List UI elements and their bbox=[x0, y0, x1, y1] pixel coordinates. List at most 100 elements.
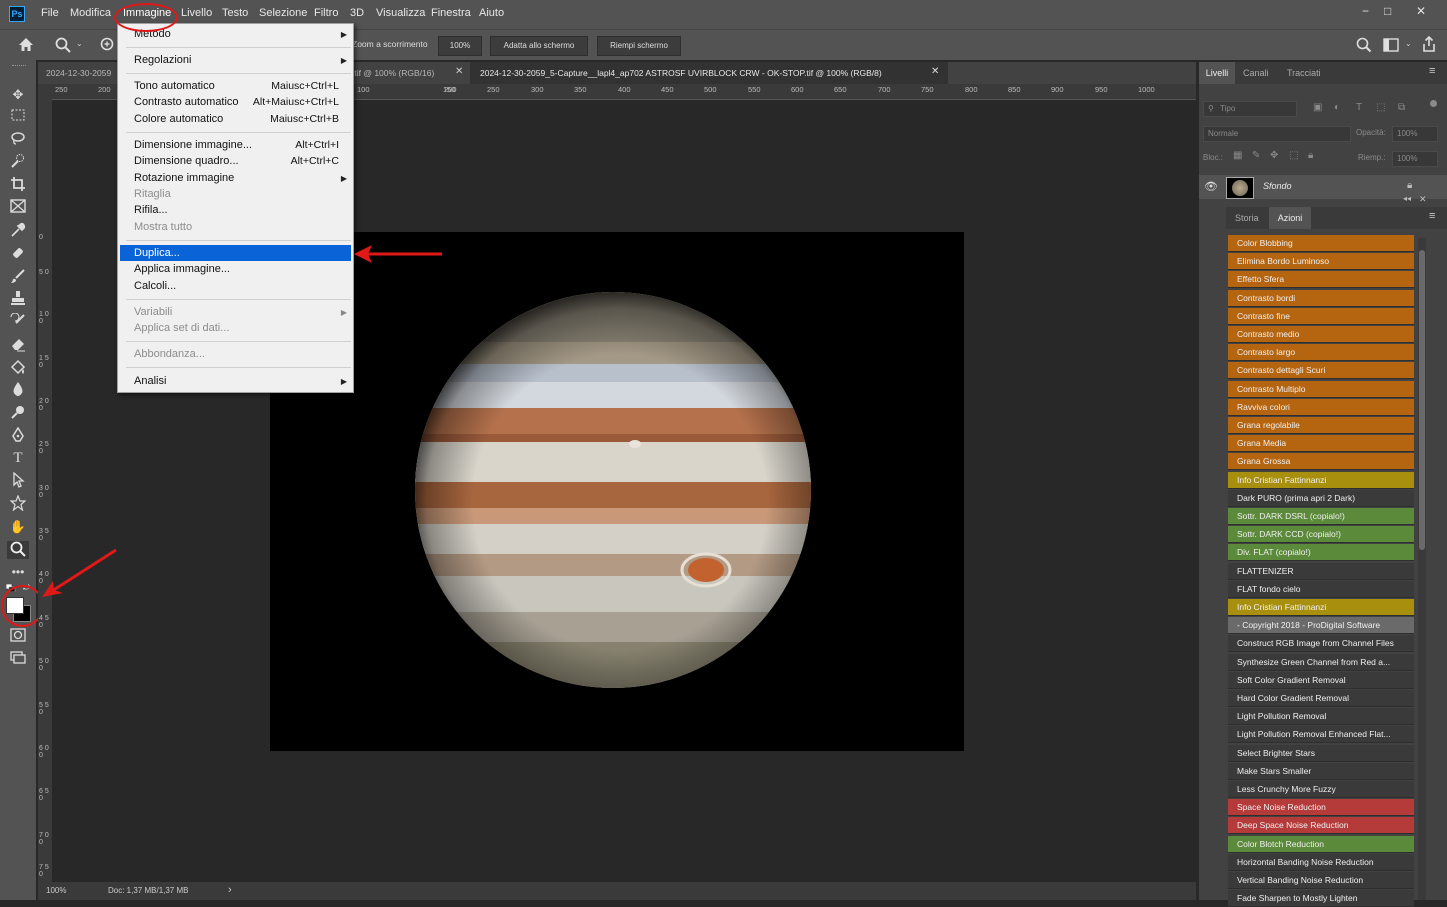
action-item[interactable]: Div. FLAT (copialo!) bbox=[1228, 544, 1414, 562]
filter-pixel-icon[interactable]: ▣ bbox=[1313, 102, 1322, 113]
eyedropper-tool-icon[interactable] bbox=[7, 222, 29, 240]
action-item[interactable]: Soft Color Gradient Removal bbox=[1228, 671, 1414, 689]
action-item[interactable]: Color Blobbing bbox=[1228, 235, 1414, 252]
menu-item-regolazioni[interactable]: Regolazioni bbox=[134, 54, 191, 66]
menu-3d[interactable]: 3D bbox=[350, 7, 364, 19]
pen-tool-icon[interactable] bbox=[7, 426, 29, 445]
collapse-panel-icon[interactable]: ◂◂ bbox=[1403, 194, 1411, 203]
tab-document-1-suffix[interactable]: .tif @ 100% (RGB/16) bbox=[352, 62, 452, 84]
menu-file[interactable]: File bbox=[41, 7, 59, 19]
menu-testo[interactable]: Testo bbox=[222, 7, 248, 19]
action-item[interactable]: FLATTENIZER bbox=[1228, 562, 1414, 580]
action-item[interactable]: Select Brighter Stars bbox=[1228, 744, 1414, 762]
toolbar-grip[interactable] bbox=[12, 65, 26, 69]
close-button[interactable]: ✕ bbox=[1416, 4, 1426, 18]
action-item[interactable]: Elimina Bordo Luminoso bbox=[1228, 253, 1414, 271]
more-tools-icon[interactable]: ••• bbox=[7, 563, 29, 581]
action-item[interactable]: Dark PURO (prima apri 2 Dark) bbox=[1228, 489, 1414, 507]
layer-filter-field[interactable]: ⚲ Tipo bbox=[1203, 101, 1297, 117]
home-icon[interactable] bbox=[18, 37, 34, 52]
menu-selezione[interactable]: Selezione bbox=[259, 7, 307, 19]
fill-field[interactable]: 100% bbox=[1392, 151, 1438, 167]
action-item[interactable]: Contrasto bordi bbox=[1228, 289, 1414, 307]
action-item[interactable]: Less Crunchy More Fuzzy bbox=[1228, 781, 1414, 798]
action-item[interactable]: Vertical Banding Noise Reduction bbox=[1228, 872, 1414, 889]
tab-tracciati[interactable]: Tracciati bbox=[1287, 62, 1337, 84]
panel-menu-icon[interactable]: ≡ bbox=[1429, 65, 1435, 77]
workspace-chevron-icon[interactable]: ⌄ bbox=[1405, 39, 1412, 48]
minimize-button[interactable]: − bbox=[1362, 4, 1369, 18]
workspace-icon[interactable] bbox=[1383, 38, 1399, 52]
marquee-tool-icon[interactable] bbox=[7, 108, 29, 126]
menu-item-dimensione-quadro[interactable]: Dimensione quadro... bbox=[134, 155, 239, 167]
action-item[interactable]: Deep Space Noise Reduction bbox=[1228, 817, 1414, 835]
tab-canali[interactable]: Canali bbox=[1243, 62, 1273, 84]
menu-livello[interactable]: Livello bbox=[181, 7, 212, 19]
action-item[interactable]: Horizontal Banding Noise Reduction bbox=[1228, 853, 1414, 871]
brush-tool-icon[interactable] bbox=[7, 268, 29, 286]
lock-transparent-icon[interactable]: ▦ bbox=[1233, 150, 1242, 161]
action-item[interactable]: Info Cristian Fattinnanzi bbox=[1228, 471, 1414, 489]
blend-mode-select[interactable]: Normale bbox=[1203, 126, 1351, 142]
lock-artboard-icon[interactable]: ⬚ bbox=[1289, 150, 1298, 161]
history-brush-tool-icon[interactable] bbox=[7, 312, 29, 331]
menu-item-dimensione-immagine[interactable]: Dimensione immagine... bbox=[134, 139, 252, 151]
action-item[interactable]: Grana Grossa bbox=[1228, 453, 1414, 471]
filter-smart-icon[interactable]: ⧉ bbox=[1398, 102, 1405, 113]
actions-scrollbar-thumb[interactable] bbox=[1419, 250, 1425, 550]
tab-azioni[interactable]: Azioni bbox=[1269, 207, 1311, 229]
status-arrow-icon[interactable]: › bbox=[228, 884, 232, 896]
action-item[interactable]: Light Pollution Removal bbox=[1228, 708, 1414, 726]
fill-screen-button[interactable]: Riempi schermo bbox=[597, 36, 681, 56]
action-item[interactable]: Make Stars Smaller bbox=[1228, 762, 1414, 780]
tab-close-icon-2[interactable]: ✕ bbox=[931, 66, 939, 77]
filter-text-icon[interactable]: T bbox=[1356, 102, 1362, 113]
blur-tool-icon[interactable] bbox=[7, 381, 29, 399]
zoom-tool-icon[interactable] bbox=[55, 37, 71, 53]
fit-screen-button[interactable]: Adatta allo schermo bbox=[490, 36, 588, 56]
clone-stamp-tool-icon[interactable] bbox=[7, 290, 29, 308]
opacity-field[interactable]: 100% bbox=[1392, 126, 1438, 142]
action-item[interactable]: Effetto Sfera bbox=[1228, 271, 1414, 289]
action-item[interactable]: Light Pollution Removal Enhanced Flat... bbox=[1228, 726, 1414, 744]
action-item[interactable]: Fade Sharpen to Mostly Lighten bbox=[1228, 890, 1414, 907]
action-item[interactable]: Info Cristian Fattinnanzi bbox=[1228, 599, 1414, 616]
scroll-all-label[interactable]: Zoom a scorrimento bbox=[352, 39, 428, 49]
dodge-tool-icon[interactable] bbox=[7, 404, 29, 422]
quick-selection-tool-icon[interactable] bbox=[7, 153, 29, 171]
action-item[interactable]: Construct RGB Image from Channel Files bbox=[1228, 635, 1414, 653]
path-selection-tool-icon[interactable] bbox=[7, 471, 29, 490]
action-item[interactable]: Contrasto dettagli Scuri bbox=[1228, 362, 1414, 380]
menu-aiuto[interactable]: Aiuto bbox=[479, 7, 504, 19]
lock-pixels-icon[interactable]: ✎ bbox=[1252, 150, 1260, 161]
action-item[interactable]: Sottr. DARK DSRL (copialo!) bbox=[1228, 508, 1414, 525]
tab-livelli[interactable]: Livelli bbox=[1199, 62, 1235, 84]
zoom-percent-field[interactable]: 100% bbox=[438, 36, 482, 56]
status-zoom[interactable]: 100% bbox=[46, 886, 66, 895]
action-item[interactable]: Space Noise Reduction bbox=[1228, 799, 1414, 817]
menu-item-analisi[interactable]: Analisi bbox=[134, 375, 166, 387]
menu-modifica[interactable]: Modifica bbox=[70, 7, 111, 19]
menu-item-rotazione-immagine[interactable]: Rotazione immagine bbox=[134, 172, 234, 184]
action-item[interactable]: Grana regolabile bbox=[1228, 417, 1414, 434]
filter-toggle-icon[interactable] bbox=[1430, 100, 1437, 107]
layer-name[interactable]: Sfondo bbox=[1263, 181, 1292, 191]
lock-position-icon[interactable]: ✥ bbox=[1270, 150, 1278, 161]
menu-item-rifila[interactable]: Rifila... bbox=[134, 204, 168, 216]
type-tool-icon[interactable]: T bbox=[7, 449, 29, 467]
gradient-tool-icon[interactable] bbox=[7, 359, 29, 377]
menu-item-contrasto-automatico[interactable]: Contrasto automatico bbox=[134, 96, 239, 108]
zoom-in-icon[interactable] bbox=[100, 37, 116, 53]
maximize-button[interactable]: □ bbox=[1384, 4, 1391, 18]
action-item[interactable]: Synthesize Green Channel from Red a... bbox=[1228, 653, 1414, 671]
menu-item-applica-immagine[interactable]: Applica immagine... bbox=[134, 263, 230, 275]
tab-document-1[interactable]: 2024-12-30-2059 bbox=[38, 62, 126, 84]
action-item[interactable]: Contrasto fine bbox=[1228, 307, 1414, 325]
action-item[interactable]: FLAT fondo cielo bbox=[1228, 580, 1414, 598]
menu-visualizza[interactable]: Visualizza bbox=[376, 7, 425, 19]
tab-document-2[interactable]: 2024-12-30-2059_5-Capture__lapl4_ap702 A… bbox=[470, 62, 948, 84]
frame-tool-icon[interactable] bbox=[7, 199, 29, 217]
healing-brush-tool-icon[interactable] bbox=[7, 245, 29, 263]
menu-item-tono-automatico[interactable]: Tono automatico bbox=[134, 80, 215, 92]
action-item[interactable]: Contrasto Multiplo bbox=[1228, 380, 1414, 398]
